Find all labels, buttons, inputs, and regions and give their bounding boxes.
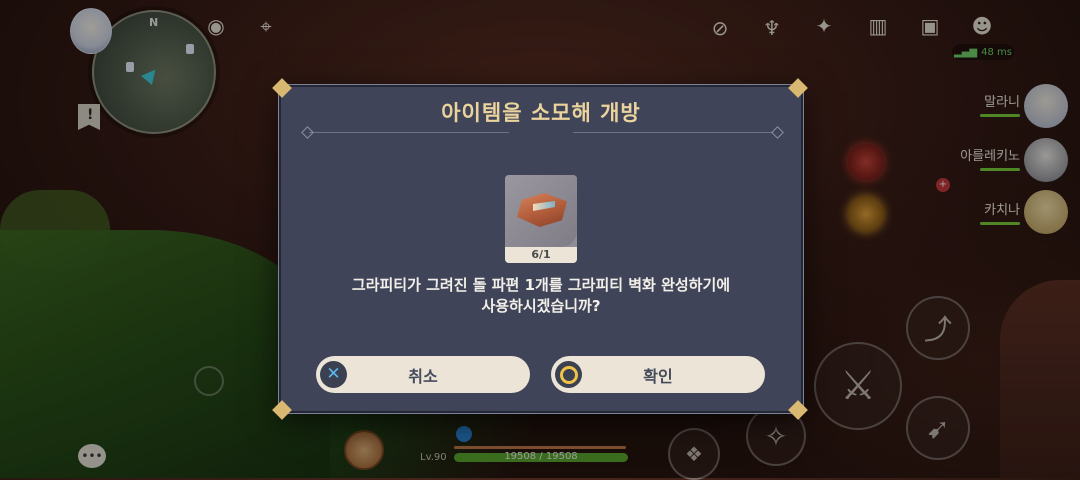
item-card[interactable]: 6/1 — [505, 175, 577, 263]
confirm-label: 확인 — [643, 366, 673, 386]
graffiti-stone-fragment-icon — [517, 193, 567, 227]
dialog-title: 아이템을 소모해 개방 — [441, 101, 641, 125]
item-art — [505, 175, 577, 247]
title-divider-right — [573, 132, 773, 133]
dialog-message-line2: 사용하시겠습니까? — [481, 297, 601, 315]
confirm-button[interactable]: 확인 — [551, 356, 765, 393]
cancel-label: 취소 — [408, 366, 438, 386]
item-count: 6/1 — [505, 247, 577, 263]
title-divider-left — [309, 132, 509, 133]
confirm-icon — [555, 361, 582, 388]
cancel-icon: ✕ — [320, 361, 347, 388]
dialog-message: 그라피티가 그려진 돌 파편 1개를 그라피티 벽화 완성하기에 사용하시겠습니… — [279, 275, 803, 317]
dialog-message-line1: 그라피티가 그려진 돌 파편 1개를 그라피티 벽화 완성하기에 — [351, 276, 731, 294]
divider-ornament — [771, 126, 784, 139]
divider-ornament — [301, 126, 314, 139]
cancel-button[interactable]: ✕ 취소 — [316, 356, 530, 393]
use-item-dialog: 아이템을 소모해 개방 6/1 그라피티가 그려진 돌 파편 1개를 그라피티 … — [278, 84, 804, 414]
